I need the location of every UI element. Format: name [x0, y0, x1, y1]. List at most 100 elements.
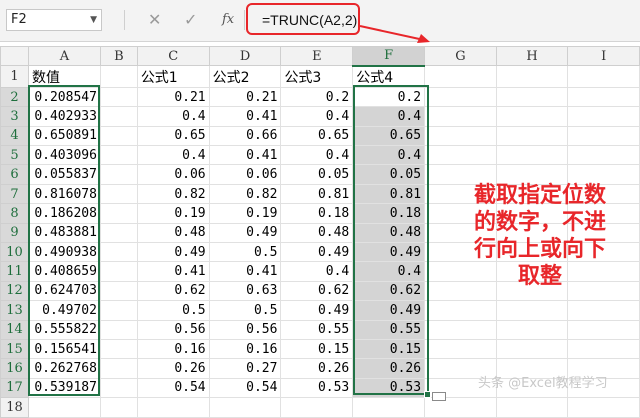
cell-h[interactable]: [495, 300, 569, 321]
cell-f[interactable]: 0.18: [352, 203, 426, 224]
cell-d[interactable]: 0.63: [208, 280, 282, 302]
cell-c1[interactable]: 公式1: [136, 65, 210, 88]
cell-f[interactable]: 0.55: [352, 319, 426, 340]
row-header[interactable]: 12: [0, 280, 29, 302]
cell-c[interactable]: 0.41: [136, 261, 210, 282]
cell-f[interactable]: 0.53: [352, 377, 426, 399]
cell-b[interactable]: [99, 125, 138, 147]
cell-f[interactable]: 0.4: [352, 145, 426, 166]
column-header-f[interactable]: F: [352, 45, 426, 67]
cell-b[interactable]: [99, 377, 138, 399]
cell-a[interactable]: 0.490938: [27, 242, 101, 263]
cell-b[interactable]: [99, 300, 138, 321]
quick-analysis-icon[interactable]: [432, 392, 446, 401]
cell-d[interactable]: 0.49: [208, 222, 282, 244]
cell-e[interactable]: 0.4: [280, 145, 354, 166]
cell-f[interactable]: 0.49: [352, 242, 426, 263]
cell-d[interactable]: 0.06: [208, 164, 282, 185]
cell-f[interactable]: 0.65: [352, 125, 426, 147]
column-header-h[interactable]: H: [495, 45, 569, 67]
cell-d[interactable]: 0.41: [208, 106, 282, 127]
cell-e1[interactable]: 公式3: [280, 65, 354, 88]
column-header-i[interactable]: I: [567, 45, 640, 67]
cell-f1[interactable]: 公式4: [352, 65, 426, 88]
column-header-b[interactable]: B: [99, 45, 138, 67]
cell-c[interactable]: 0.48: [136, 222, 210, 244]
cell-d[interactable]: 0.16: [208, 338, 282, 360]
column-header-g[interactable]: G: [424, 45, 497, 67]
cell-d[interactable]: 0.82: [208, 183, 282, 205]
cell-g[interactable]: [424, 300, 497, 321]
row-header[interactable]: 10: [0, 242, 29, 263]
cell-e[interactable]: 0.49: [280, 300, 354, 321]
cell-d[interactable]: 0.66: [208, 125, 282, 147]
row-header[interactable]: 6: [0, 164, 29, 185]
cell-d[interactable]: 0.5: [208, 300, 282, 321]
cell-e[interactable]: 0.53: [280, 377, 354, 399]
cell-i[interactable]: [567, 106, 640, 127]
column-header-a[interactable]: A: [27, 45, 101, 67]
cell-i[interactable]: [567, 145, 640, 166]
cell-d[interactable]: 0.41: [208, 145, 282, 166]
row-header[interactable]: 15: [0, 338, 29, 360]
cell-i[interactable]: [567, 125, 640, 147]
cell-g[interactable]: [424, 319, 497, 340]
row-header[interactable]: 5: [0, 145, 29, 166]
cell-f[interactable]: 0.4: [352, 261, 426, 282]
cell-a[interactable]: 0.555822: [27, 319, 101, 340]
cell-a[interactable]: 0.816078: [27, 183, 101, 205]
cell-c[interactable]: 0.06: [136, 164, 210, 185]
cell-d1[interactable]: 公式2: [208, 65, 282, 88]
cell-e[interactable]: 0.81: [280, 183, 354, 205]
cell-h[interactable]: [495, 319, 569, 340]
cell-d[interactable]: 0.27: [208, 358, 282, 379]
cell-g[interactable]: [424, 145, 497, 166]
cell-c[interactable]: 0.4: [136, 145, 210, 166]
cell-b[interactable]: [99, 319, 138, 340]
row-header[interactable]: 11: [0, 261, 29, 282]
cell-i1[interactable]: [567, 65, 640, 88]
fill-handle[interactable]: [424, 391, 431, 398]
column-header-d[interactable]: D: [208, 45, 282, 67]
row-header[interactable]: 1: [0, 65, 29, 88]
cell-h[interactable]: [495, 125, 569, 147]
cell-a[interactable]: 0.208547: [27, 86, 101, 108]
cell-d[interactable]: 0.41: [208, 261, 282, 282]
cell-a[interactable]: 0.403096: [27, 145, 101, 166]
cell-e[interactable]: 0.55: [280, 319, 354, 340]
cell-h[interactable]: [495, 145, 569, 166]
cell-e[interactable]: 0.05: [280, 164, 354, 185]
row-header[interactable]: 2: [0, 86, 29, 108]
cell-a[interactable]: 0.624703: [27, 280, 101, 302]
cell-a[interactable]: 0.49702: [27, 300, 101, 321]
cell-c[interactable]: 0.16: [136, 338, 210, 360]
cell-b[interactable]: [99, 183, 138, 205]
cell-e[interactable]: 0.62: [280, 280, 354, 302]
row-header[interactable]: 9: [0, 222, 29, 244]
cell-c[interactable]: 0.4: [136, 106, 210, 127]
row-header[interactable]: 3: [0, 106, 29, 127]
select-all-corner[interactable]: [0, 45, 29, 67]
cell-c[interactable]: 0.19: [136, 203, 210, 224]
cell-e[interactable]: 0.48: [280, 222, 354, 244]
cell-e[interactable]: 0.2: [280, 86, 354, 108]
cell-i[interactable]: [567, 319, 640, 340]
row-header[interactable]: 7: [0, 183, 29, 205]
cell-f[interactable]: 0.62: [352, 280, 426, 302]
cell-b[interactable]: [99, 164, 138, 185]
row-header[interactable]: 8: [0, 203, 29, 224]
cell-c[interactable]: 0.26: [136, 358, 210, 379]
cell-d[interactable]: 0.54: [208, 377, 282, 399]
cell-c[interactable]: 0.21: [136, 86, 210, 108]
cell-b1[interactable]: [99, 65, 138, 88]
cell-c[interactable]: 0.49: [136, 242, 210, 263]
cell-b[interactable]: [99, 280, 138, 302]
cell-b[interactable]: [99, 86, 138, 108]
row-header[interactable]: 4: [0, 125, 29, 147]
cell-e[interactable]: 0.26: [280, 358, 354, 379]
cell-a[interactable]: 0.262768: [27, 358, 101, 379]
row-header[interactable]: 14: [0, 319, 29, 340]
cell-a[interactable]: 0.402933: [27, 106, 101, 127]
cell-d[interactable]: 0.21: [208, 86, 282, 108]
row-header[interactable]: 16: [0, 358, 29, 379]
